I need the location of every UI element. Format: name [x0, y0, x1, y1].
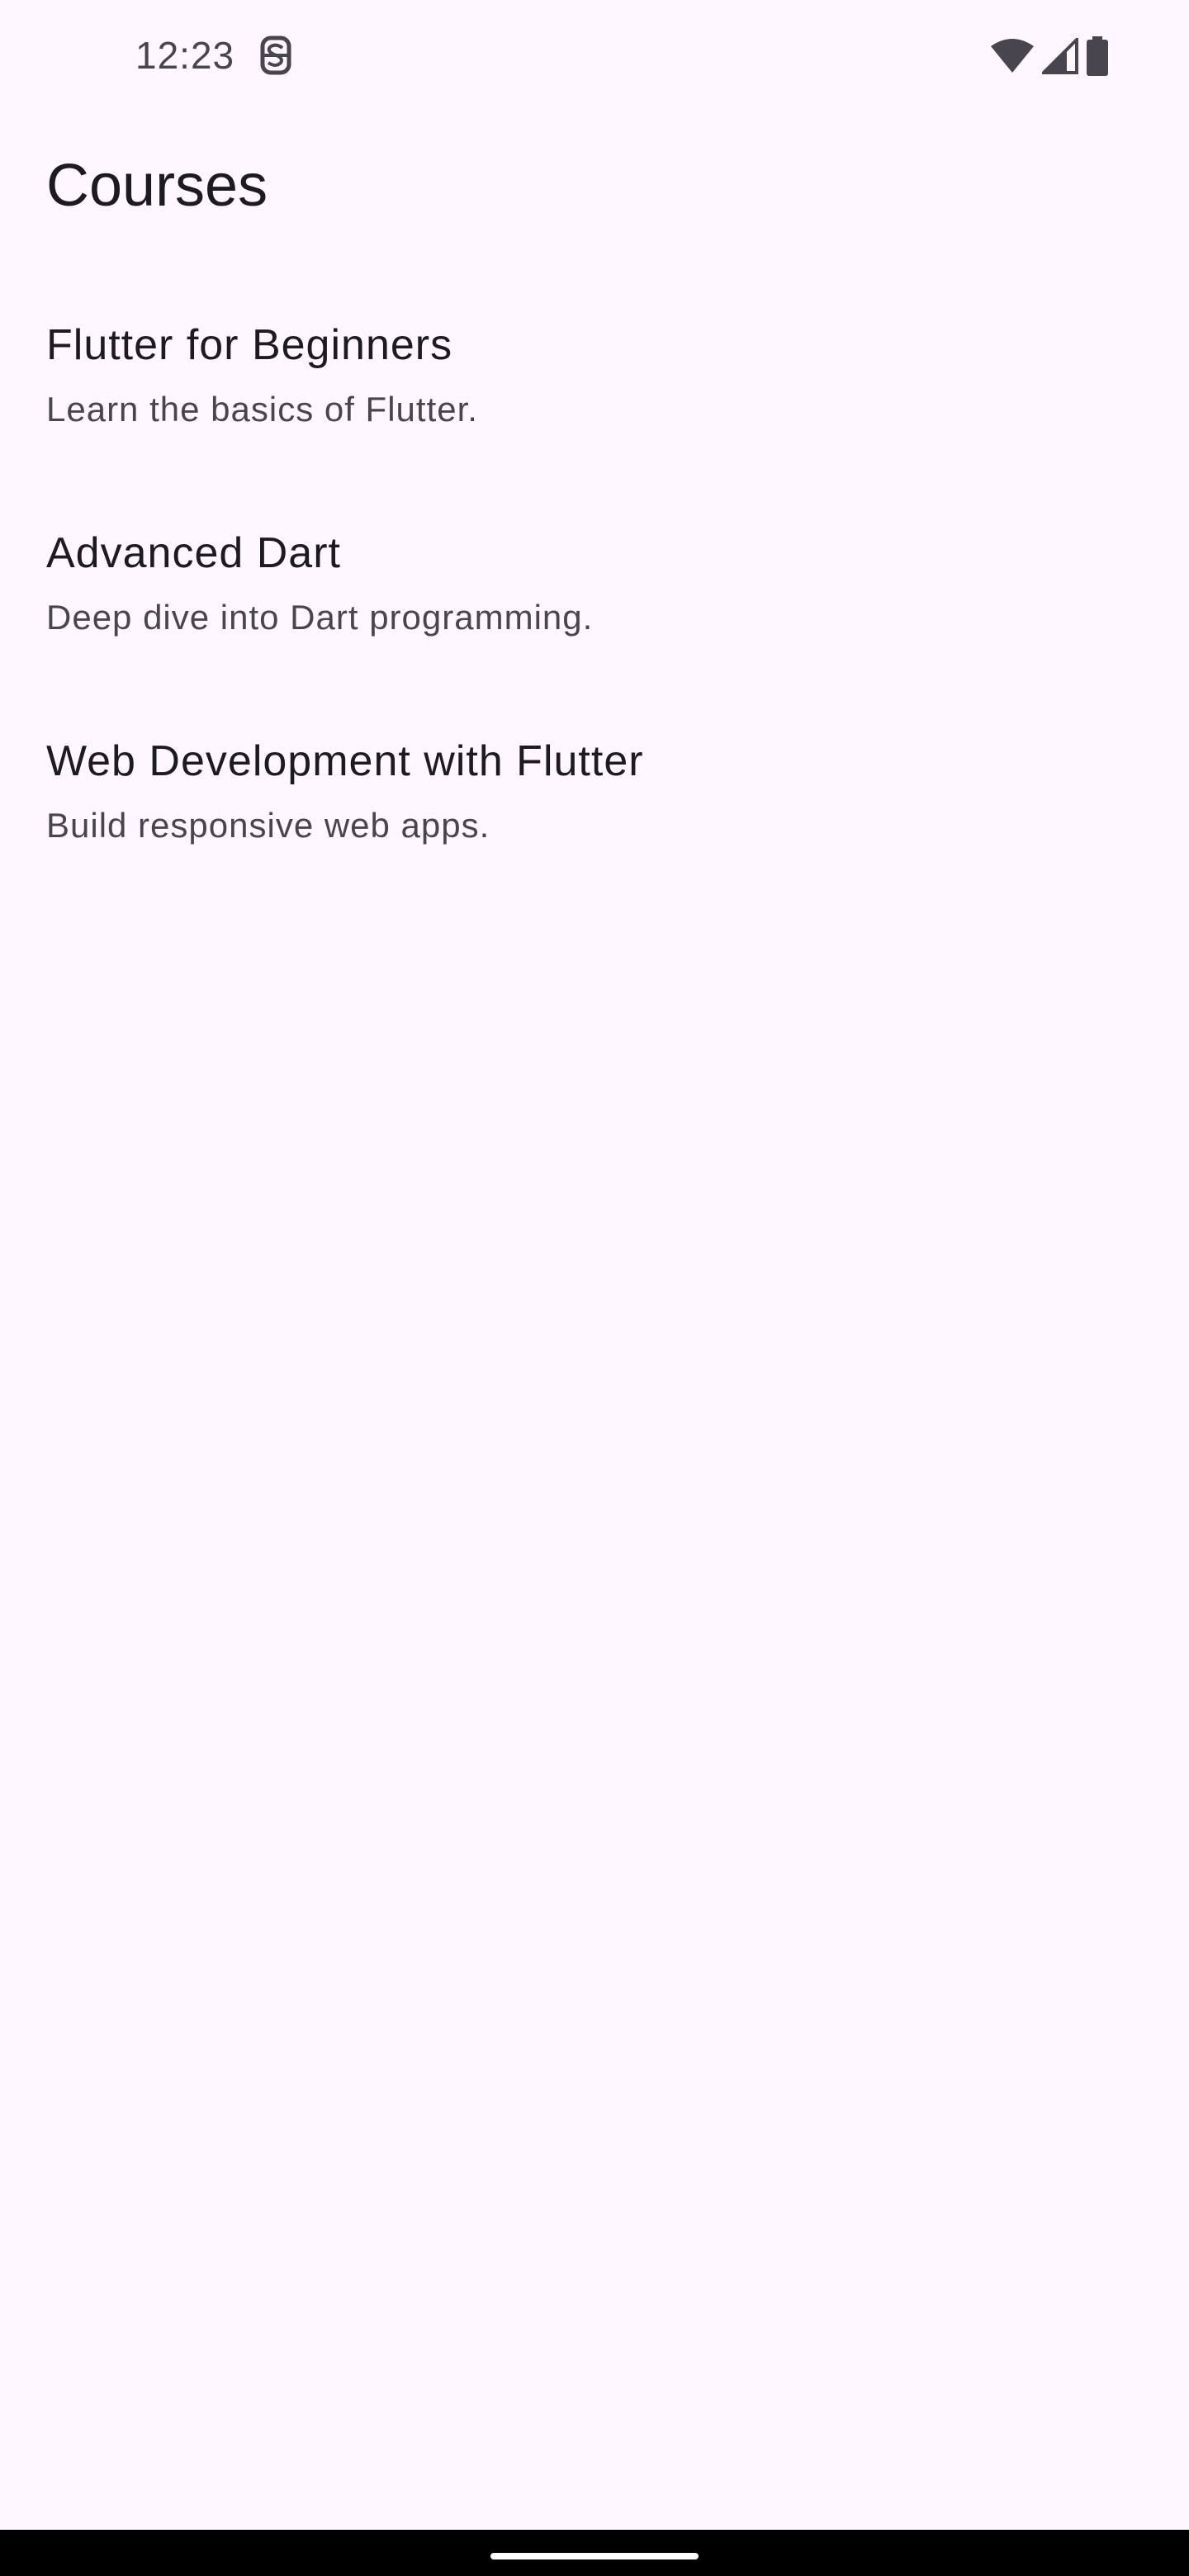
navigation-bar: [0, 2530, 1189, 2576]
list-item[interactable]: Advanced Dart Deep dive into Dart progra…: [0, 505, 1189, 713]
sim-s-icon: [258, 35, 294, 76]
course-subtitle: Learn the basics of Flutter.: [46, 390, 478, 429]
cellular-signal-icon: [1042, 38, 1078, 74]
list-item[interactable]: Flutter for Beginners Learn the basics o…: [0, 297, 1189, 505]
list-item[interactable]: Web Development with Flutter Build respo…: [0, 713, 1189, 921]
course-list: Flutter for Beginners Learn the basics o…: [0, 297, 1189, 921]
course-title: Web Development with Flutter: [46, 737, 644, 785]
home-gesture-handle[interactable]: [490, 2553, 699, 2559]
course-subtitle: Deep dive into Dart programming.: [46, 598, 594, 637]
status-icons: [989, 36, 1110, 76]
wifi-icon: [989, 38, 1035, 74]
status-time: 12:23: [135, 34, 235, 77]
course-title: Advanced Dart: [46, 529, 341, 577]
course-subtitle: Build responsive web apps.: [46, 806, 490, 845]
course-title: Flutter for Beginners: [46, 321, 453, 369]
battery-icon: [1085, 36, 1110, 76]
page-title: Courses: [46, 153, 268, 219]
status-bar: 12:23: [0, 0, 1189, 116]
